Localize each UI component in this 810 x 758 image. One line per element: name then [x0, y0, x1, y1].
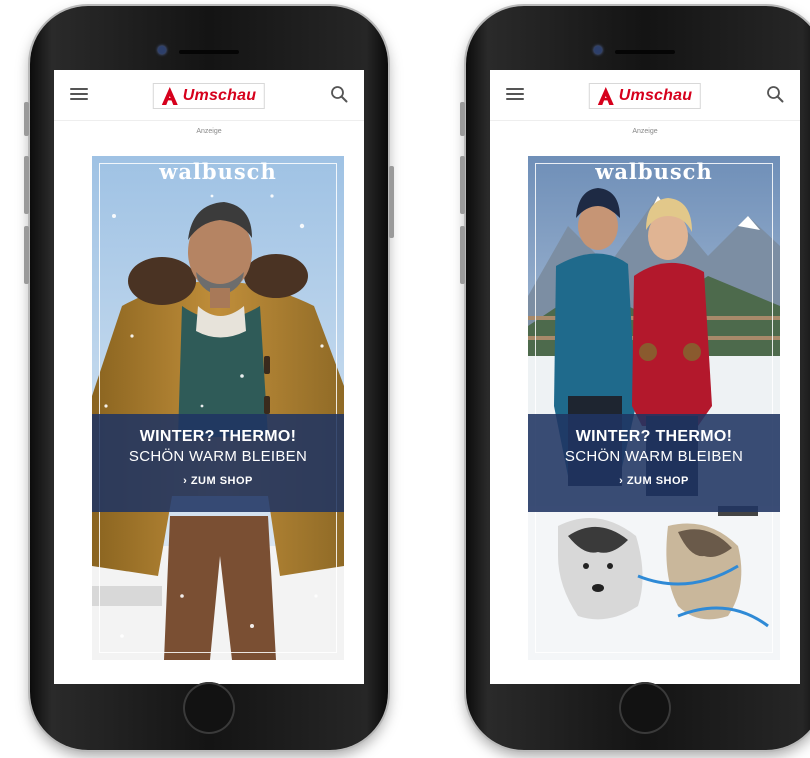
hamburger-menu-icon[interactable] [506, 87, 524, 101]
ad-banner: WINTER? THERMO! SCHÖN WARM BLEIBEN › ZUM… [528, 414, 780, 512]
ad-label: Anzeige [632, 128, 658, 135]
walbusch-ad-right[interactable]: walbusch WINTER? THERMO! SCHÖN WARM BLEI… [528, 156, 780, 660]
front-camera [158, 46, 166, 54]
apotheke-a-icon [597, 87, 614, 105]
brand-logo-walbusch: walbusch [595, 159, 713, 184]
ad-headline: WINTER? THERMO! [139, 428, 297, 445]
phone-screen: Umschau Anzeige walbusch WINTER? THERMO!… [490, 70, 800, 684]
search-icon[interactable] [766, 85, 784, 103]
volume-down-button [24, 226, 29, 284]
volume-up-button [460, 156, 465, 214]
apotheke-a-icon [161, 87, 178, 105]
logo-text: Umschau [618, 87, 693, 104]
mute-switch [24, 102, 29, 136]
ad-headline: WINTER? THERMO! [575, 428, 733, 445]
home-button[interactable] [619, 682, 671, 734]
cta-label: ZUM SHOP [190, 475, 253, 487]
volume-up-button [24, 156, 29, 214]
apotheken-umschau-logo[interactable]: Umschau [588, 83, 702, 109]
cta-label: ZUM SHOP [626, 475, 689, 487]
ad-label: Anzeige [196, 128, 222, 135]
app-header: Umschau [54, 70, 364, 121]
earpiece-speaker [179, 50, 239, 54]
ad-banner: WINTER? THERMO! SCHÖN WARM BLEIBEN › ZUM… [92, 414, 344, 512]
ad-frame [535, 163, 773, 653]
ad-frame [99, 163, 337, 653]
earpiece-speaker [615, 50, 675, 54]
chevron-right-icon: › [183, 475, 188, 487]
zum-shop-link[interactable]: › ZUM SHOP [528, 475, 780, 487]
hamburger-menu-icon[interactable] [70, 87, 88, 101]
phone-screen: Umschau Anzeige walbusch WINTER? THERMO!… [54, 70, 364, 684]
apotheken-umschau-logo[interactable]: Umschau [152, 83, 266, 109]
phone-right: Umschau Anzeige walbusch WINTER? THERMO!… [460, 6, 810, 750]
front-camera [594, 46, 602, 54]
volume-down-button [460, 226, 465, 284]
mute-switch [460, 102, 465, 136]
logo-text: Umschau [182, 87, 257, 104]
walbusch-ad-left[interactable]: walbusch WINTER? THERMO! SCHÖN WARM BLEI… [92, 156, 344, 660]
home-button[interactable] [183, 682, 235, 734]
phone-left: Umschau Anzeige walbusch WINTER? THERMO!… [24, 6, 394, 750]
brand-logo-walbusch: walbusch [159, 159, 277, 184]
ad-subline: SCHÖN WARM BLEIBEN [564, 448, 744, 465]
zum-shop-link[interactable]: › ZUM SHOP [92, 475, 344, 487]
chevron-right-icon: › [619, 475, 624, 487]
search-icon[interactable] [330, 85, 348, 103]
app-header: Umschau [490, 70, 800, 121]
ad-subline: SCHÖN WARM BLEIBEN [128, 448, 308, 465]
power-button [389, 166, 394, 238]
